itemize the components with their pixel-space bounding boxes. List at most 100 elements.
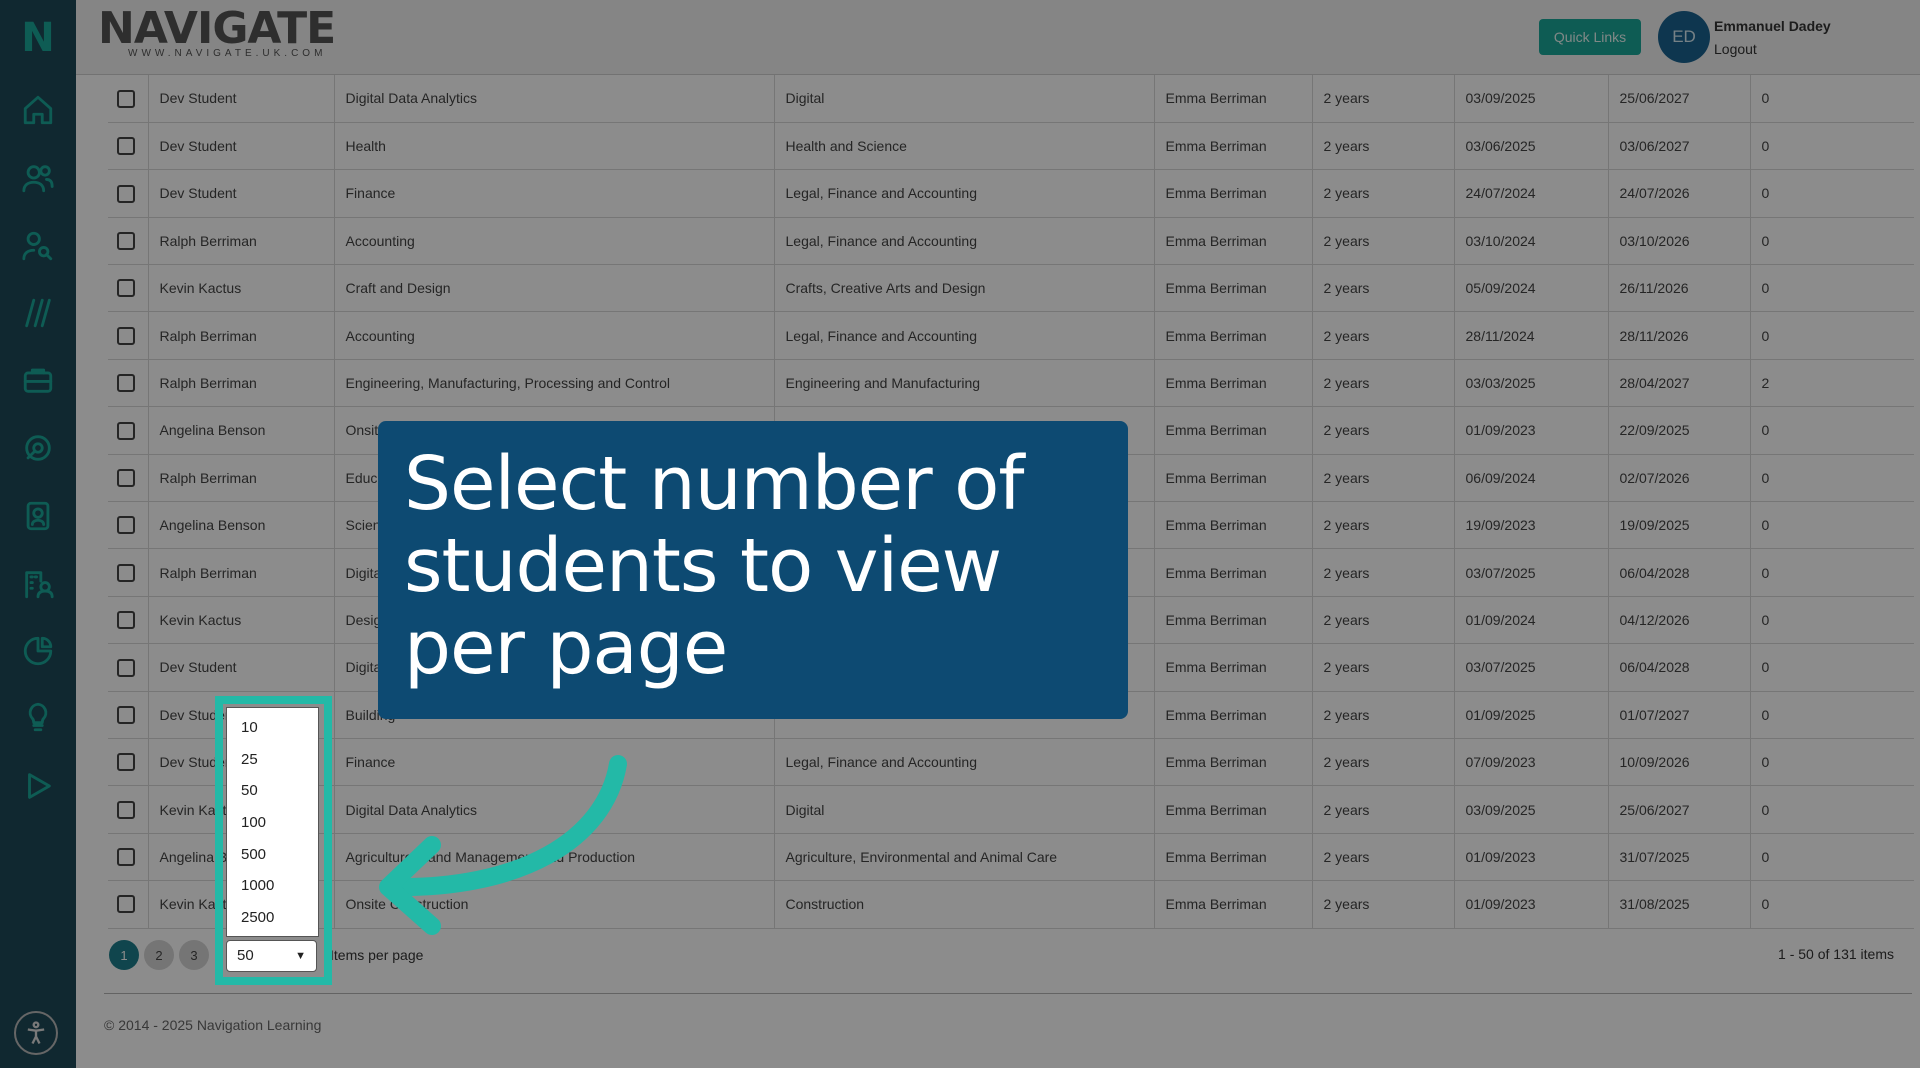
row-checkbox-cell bbox=[108, 75, 149, 123]
table-cell: 25/06/2027 bbox=[1608, 785, 1751, 834]
support-icon[interactable] bbox=[0, 424, 76, 472]
table-cell: Ralph Berriman bbox=[148, 548, 335, 597]
table-cell: 06/04/2028 bbox=[1608, 548, 1751, 597]
page-3-button[interactable]: 3 bbox=[179, 940, 209, 970]
row-checkbox[interactable] bbox=[117, 468, 135, 487]
tutorial-callout: Select number of students to view per pa… bbox=[378, 421, 1128, 719]
page-2-button[interactable]: 2 bbox=[144, 940, 174, 970]
row-checkbox[interactable] bbox=[117, 800, 135, 819]
play-icon[interactable] bbox=[0, 762, 76, 810]
table-cell: 2 years bbox=[1312, 122, 1455, 171]
table-cell: 2 years bbox=[1312, 169, 1455, 218]
table-cell: Construction bbox=[774, 880, 1155, 929]
row-checkbox[interactable] bbox=[117, 184, 135, 203]
briefcase-icon[interactable] bbox=[0, 356, 76, 404]
table-cell: 03/07/2025 bbox=[1454, 643, 1609, 692]
table-row[interactable]: Dev Student Health Health and Science Emma … bbox=[108, 122, 1914, 171]
row-checkbox[interactable] bbox=[117, 326, 135, 345]
per-page-option[interactable]: 50 bbox=[227, 775, 318, 807]
row-checkbox[interactable] bbox=[117, 848, 135, 867]
table-row[interactable]: Ralph Berriman Accounting Legal, Finance a… bbox=[108, 311, 1914, 360]
accessibility-icon[interactable] bbox=[14, 1011, 58, 1055]
table-cell: 0 bbox=[1750, 264, 1914, 313]
row-checkbox[interactable] bbox=[117, 895, 135, 914]
table-cell: Emma Berriman bbox=[1154, 169, 1313, 218]
row-checkbox[interactable] bbox=[117, 705, 135, 724]
table-row[interactable]: Kevin Kactus Craft and Design Crafts, Crea… bbox=[108, 264, 1914, 313]
table-cell: 0 bbox=[1750, 785, 1914, 834]
callout-text: Select number of students to view per pa… bbox=[404, 441, 1024, 691]
row-checkbox-cell bbox=[108, 169, 149, 218]
row-checkbox[interactable] bbox=[117, 516, 135, 535]
row-checkbox[interactable] bbox=[117, 232, 135, 251]
table-cell: 2 years bbox=[1312, 548, 1455, 597]
user-search-icon[interactable] bbox=[0, 222, 76, 270]
table-cell: Accounting bbox=[334, 311, 775, 360]
row-checkbox[interactable] bbox=[117, 279, 135, 298]
per-page-option[interactable]: 2500 bbox=[227, 902, 318, 934]
items-count: 1 - 50 of 131 items bbox=[1778, 946, 1894, 962]
row-checkbox[interactable] bbox=[117, 137, 135, 156]
table-cell: 0 bbox=[1750, 643, 1914, 692]
table-cell: 31/07/2025 bbox=[1608, 833, 1751, 882]
sidebar-logo[interactable]: N bbox=[0, 0, 76, 75]
users-icon[interactable] bbox=[0, 154, 76, 202]
brand-logo[interactable]: NAVIGATE WWW.NAVIGATE.UK.COM bbox=[98, 3, 336, 60]
table-cell: Craft and Design bbox=[334, 264, 775, 313]
lightbulb-icon[interactable] bbox=[0, 693, 76, 741]
per-page-option[interactable]: 25 bbox=[227, 744, 318, 776]
table-cell: Emma Berriman bbox=[1154, 122, 1313, 171]
per-page-select[interactable]: 50 ▼ bbox=[226, 940, 317, 972]
page-1-button[interactable]: 1 bbox=[109, 940, 139, 970]
slashes-icon[interactable] bbox=[0, 289, 76, 337]
table-cell: 2 bbox=[1750, 359, 1914, 408]
row-checkbox[interactable] bbox=[117, 89, 135, 108]
table-cell: Digital bbox=[774, 75, 1155, 123]
table-row[interactable]: Dev Student Finance Legal, Finance and Acc… bbox=[108, 169, 1914, 218]
per-page-dropdown-list[interactable]: 10 25 50 100 500 1000 2500 bbox=[226, 707, 319, 937]
table-cell: Crafts, Creative Arts and Design bbox=[774, 264, 1155, 313]
table-cell: 0 bbox=[1750, 596, 1914, 645]
contact-card-icon[interactable] bbox=[0, 492, 76, 540]
table-cell: Emma Berriman bbox=[1154, 833, 1313, 882]
table-cell: 2 years bbox=[1312, 833, 1455, 882]
logout-link[interactable]: Logout bbox=[1714, 41, 1757, 57]
building-user-icon[interactable] bbox=[0, 560, 76, 608]
table-cell: Legal, Finance and Accounting bbox=[774, 169, 1155, 218]
table-cell: 2 years bbox=[1312, 501, 1455, 550]
per-page-option[interactable]: 100 bbox=[227, 807, 318, 839]
home-icon[interactable] bbox=[0, 86, 76, 134]
table-cell: Health bbox=[334, 122, 775, 171]
table-cell: 2 years bbox=[1312, 691, 1455, 739]
table-cell: 01/09/2023 bbox=[1454, 833, 1609, 882]
row-checkbox-cell bbox=[108, 454, 149, 503]
table-row[interactable]: Dev Student Digital Data Analytics Digital… bbox=[108, 75, 1914, 123]
brand-url: WWW.NAVIGATE.UK.COM bbox=[128, 48, 327, 59]
pie-chart-icon[interactable] bbox=[0, 627, 76, 675]
row-checkbox[interactable] bbox=[117, 421, 135, 440]
table-cell: 25/06/2027 bbox=[1608, 75, 1751, 123]
row-checkbox[interactable] bbox=[117, 374, 135, 393]
row-checkbox-cell bbox=[108, 217, 149, 266]
logo-letter: N bbox=[21, 14, 55, 61]
table-cell: 2 years bbox=[1312, 75, 1455, 123]
per-page-selected-value: 50 bbox=[237, 947, 254, 964]
per-page-option[interactable]: 1000 bbox=[227, 870, 318, 902]
table-cell: 03/06/2025 bbox=[1454, 122, 1609, 171]
row-checkbox[interactable] bbox=[117, 753, 135, 772]
per-page-option[interactable]: 10 bbox=[227, 712, 318, 744]
table-cell: 01/07/2027 bbox=[1608, 691, 1751, 739]
table-row[interactable]: Ralph Berriman Accounting Legal, Finance a… bbox=[108, 217, 1914, 266]
avatar[interactable]: ED bbox=[1658, 11, 1710, 63]
quick-links-button[interactable]: Quick Links bbox=[1539, 19, 1641, 55]
table-row[interactable]: Ralph Berriman Engineering, Manufacturing… bbox=[108, 359, 1914, 408]
sidebar: N bbox=[0, 0, 76, 1068]
brand-name: NAVIGATE bbox=[98, 3, 336, 54]
per-page-option[interactable]: 500 bbox=[227, 839, 318, 871]
row-checkbox[interactable] bbox=[117, 611, 135, 630]
table-cell: 28/11/2026 bbox=[1608, 311, 1751, 360]
table-cell: 19/09/2023 bbox=[1454, 501, 1609, 550]
table-cell: 24/07/2026 bbox=[1608, 169, 1751, 218]
row-checkbox[interactable] bbox=[117, 563, 135, 582]
row-checkbox[interactable] bbox=[117, 658, 135, 677]
